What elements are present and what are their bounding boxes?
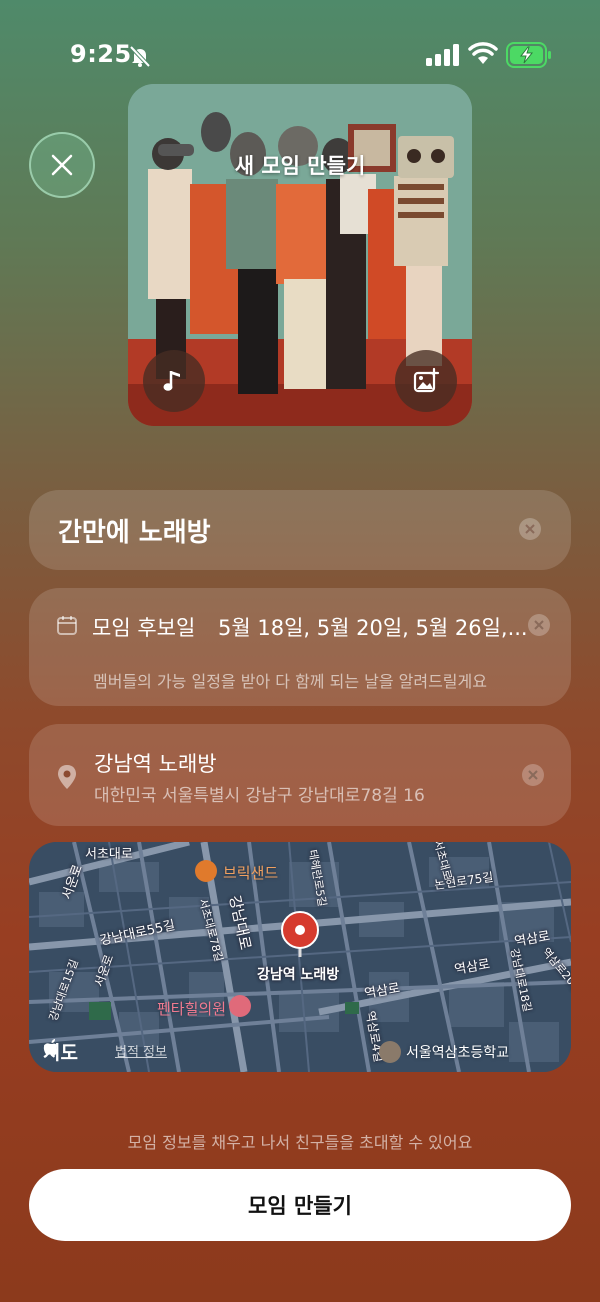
create-group-button[interactable]: 모임 만들기 <box>29 1169 571 1241</box>
bell-slash-icon <box>129 45 151 68</box>
clear-icon <box>528 770 538 780</box>
map-legal-link[interactable]: 법적 정보 <box>115 1041 167 1060</box>
schedule-label: 모임 후보일 <box>92 616 196 640</box>
clear-location-button[interactable] <box>522 764 544 786</box>
location-map[interactable]: 서초대로 서운로 강남대로55길 서초대로78길 강남대로 테헤란로5길 논현로… <box>29 842 571 1072</box>
status-time: 9:25 <box>70 40 132 68</box>
cellular-signal-icon <box>426 44 459 66</box>
map-pin-label: 강남역 노래방 <box>257 967 340 983</box>
battery-charging-icon <box>506 42 551 68</box>
hospital-icon <box>229 995 251 1017</box>
restaurant-icon <box>195 860 217 882</box>
poi-brick: 브릭샌드 <box>223 864 279 882</box>
location-pin-icon <box>58 765 76 789</box>
music-button[interactable] <box>143 350 205 412</box>
photo-add-icon <box>413 367 440 393</box>
apple-maps-attribution: 지도 <box>43 1038 78 1065</box>
calendar-icon <box>57 616 77 635</box>
event-name-input[interactable]: 간만에 노래방 <box>58 512 211 549</box>
invite-hint: 모임 정보를 채우고 나서 친구들을 초대할 수 있어요 <box>127 1133 473 1152</box>
clear-icon <box>534 620 544 630</box>
music-note-icon <box>163 371 180 391</box>
schedule-dates[interactable]: 5월 18일, 5월 20일, 5월 26일,... <box>218 612 528 642</box>
clear-dates-button[interactable] <box>528 614 550 636</box>
wifi-icon <box>468 42 498 64</box>
poi-clinic: 펜타힐의원 <box>157 1000 227 1018</box>
school-icon <box>379 1041 401 1063</box>
location-address: 대한민국 서울특별시 강남구 강남대로78길 16 <box>94 786 425 806</box>
page-title: 새 모임 만들기 <box>234 154 366 178</box>
location-name: 강남역 노래방 <box>94 752 217 776</box>
clear-icon <box>525 524 535 534</box>
clear-name-button[interactable] <box>519 518 541 540</box>
map-street-label: 서초대로 <box>85 847 133 862</box>
schedule-helper-text: 멤버들의 가능 일정을 받아 다 함께 되는 날을 알려드릴게요 <box>93 672 487 691</box>
poi-school: 서울역삼초등학교 <box>406 1045 510 1061</box>
add-photo-button[interactable] <box>395 350 457 412</box>
apple-logo-icon <box>43 1039 58 1055</box>
